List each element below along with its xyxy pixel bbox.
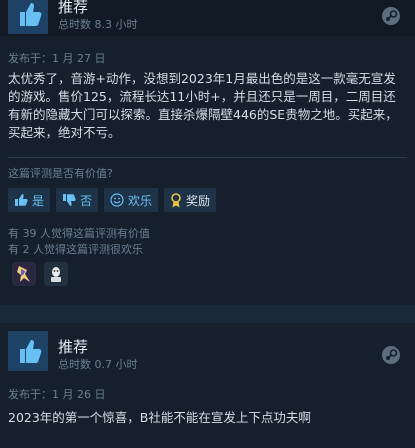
review-separator — [0, 305, 415, 323]
award-ribbon-icon — [171, 192, 181, 207]
vote-yes-label: 是 — [32, 193, 45, 208]
thumbs-up-icon — [8, 0, 48, 34]
vote-no-label: 否 — [80, 193, 93, 208]
review-card: 推荐 总时数 8.3 小时 发布于：1 月 27 日 太优秀了，音游+动作，没想… — [0, 0, 415, 305]
award-button[interactable]: 奖励 — [164, 188, 217, 212]
thumbs-up-icon — [8, 331, 48, 371]
vote-buttons: 是 否 欢乐 奖励 — [8, 188, 217, 212]
recommendation-label: 推荐 — [58, 0, 89, 16]
posted-date: 发布于：1 月 27 日 — [8, 52, 106, 65]
award-label: 奖励 — [186, 193, 211, 208]
thumbs-up-icon — [15, 194, 28, 206]
received-awards — [12, 262, 68, 288]
vote-funny-button[interactable]: 欢乐 — [104, 188, 159, 212]
recommendation-label: 推荐 — [58, 338, 89, 356]
vote-funny-label: 欢乐 — [128, 193, 153, 208]
review-card: 推荐 总时数 0.7 小时 发布于：1 月 26 日 2023年的第一个惊喜，B… — [0, 323, 415, 448]
award-icon[interactable] — [44, 262, 68, 286]
posted-date: 发布于：1 月 26 日 — [8, 388, 106, 401]
funny-count: 有 2 人觉得这篇评测很欢乐 — [8, 243, 143, 256]
award-icon[interactable] — [12, 262, 36, 286]
divider — [8, 157, 407, 158]
review-header: 推荐 总时数 0.7 小时 — [0, 331, 415, 371]
review-header: 推荐 总时数 8.3 小时 — [0, 0, 415, 36]
vote-no-button[interactable]: 否 — [56, 188, 99, 212]
vote-yes-button[interactable]: 是 — [8, 188, 51, 212]
steam-icon[interactable] — [381, 6, 401, 26]
thumbs-down-icon — [63, 194, 76, 206]
playtime-hours: 总时数 8.3 小时 — [58, 18, 138, 31]
smiley-icon — [110, 193, 124, 207]
playtime-hours: 总时数 0.7 小时 — [58, 358, 138, 371]
helpful-count: 有 39 人觉得这篇评测有价值 — [8, 227, 150, 240]
steam-icon[interactable] — [381, 345, 401, 365]
helpful-question: 这篇评测是否有价值? — [8, 167, 113, 180]
review-text: 太优秀了，音游+动作，没想到2023年1月最出色的是这一款毫无宣发的游戏。售价1… — [8, 71, 398, 140]
review-text: 2023年的第一个惊喜，B社能不能在宣发上下点功夫啊 — [8, 410, 311, 425]
